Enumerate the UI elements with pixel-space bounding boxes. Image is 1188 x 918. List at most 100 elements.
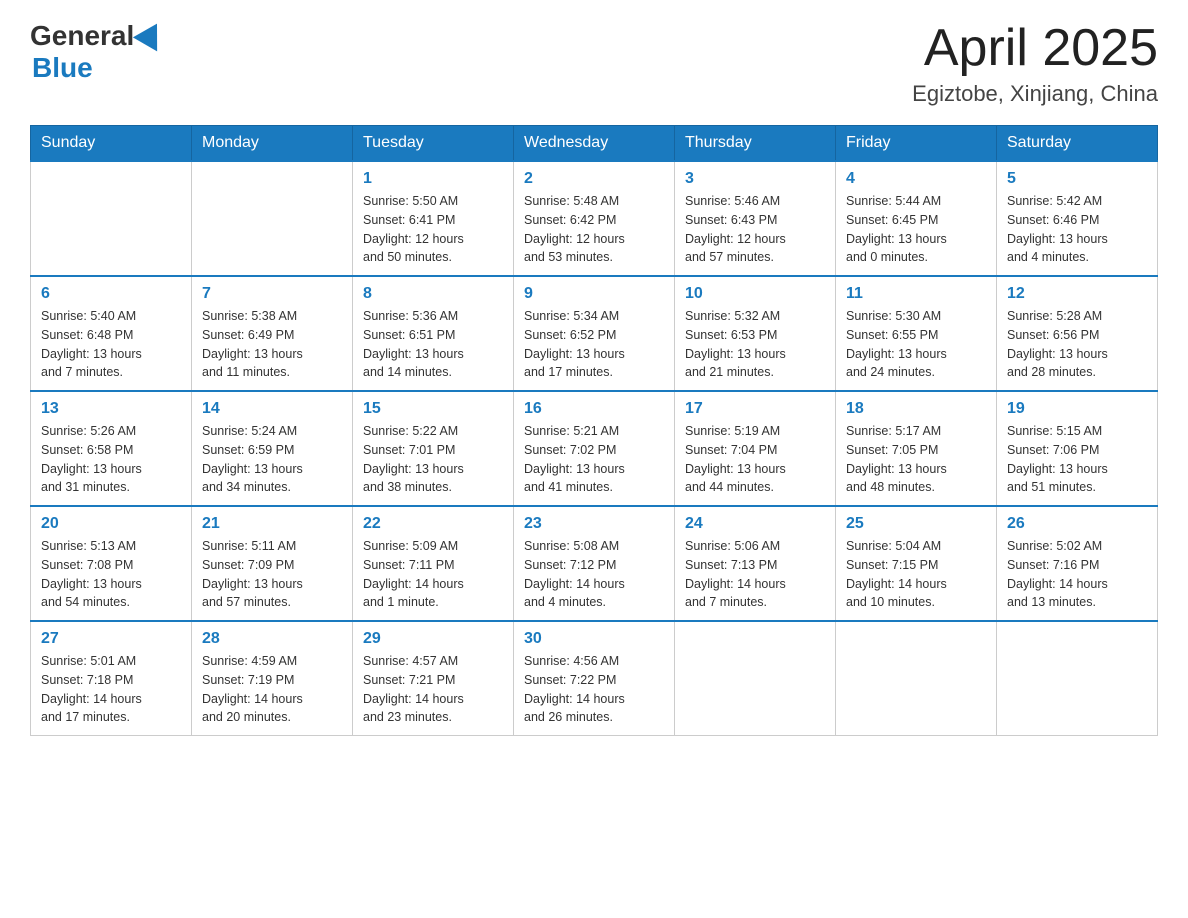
calendar-day-header: Monday [192, 126, 353, 162]
calendar-cell: 10 Sunrise: 5:32 AMSunset: 6:53 PMDayligh… [675, 276, 836, 391]
calendar-cell [675, 621, 836, 736]
day-info: Sunrise: 5:04 AMSunset: 7:15 PMDaylight:… [846, 537, 986, 612]
day-info: Sunrise: 5:11 AMSunset: 7:09 PMDaylight:… [202, 537, 342, 612]
calendar-week-row: 27Sunrise: 5:01 AMSunset: 7:18 PMDayligh… [31, 621, 1158, 736]
day-info: Sunrise: 5:13 AMSunset: 7:08 PMDaylight:… [41, 537, 181, 612]
calendar-day-header: Friday [836, 126, 997, 162]
calendar-title: April 2025 [912, 20, 1158, 77]
calendar-week-row: 13 Sunrise: 5:26 AMSunset: 6:58 PMDayligh… [31, 391, 1158, 506]
day-info: Sunrise: 5:28 AMSunset: 6:56 PMDaylight:… [1007, 307, 1147, 382]
day-number: 11 [846, 285, 986, 303]
day-number: 5 [1007, 170, 1147, 188]
calendar-cell: 6Sunrise: 5:40 AMSunset: 6:48 PMDaylight… [31, 276, 192, 391]
day-number: 15 [363, 400, 503, 418]
day-number: 14 [202, 400, 342, 418]
calendar-cell: 23Sunrise: 5:08 AMSunset: 7:12 PMDayligh… [514, 506, 675, 621]
day-info: Sunrise: 5:30 AMSunset: 6:55 PMDaylight:… [846, 307, 986, 382]
day-number: 22 [363, 515, 503, 533]
day-info: Sunrise: 5:34 AMSunset: 6:52 PMDaylight:… [524, 307, 664, 382]
calendar-cell: 30 Sunrise: 4:56 AMSunset: 7:22 PMDayligh… [514, 621, 675, 736]
calendar-cell: 14 Sunrise: 5:24 AMSunset: 6:59 PMDayligh… [192, 391, 353, 506]
calendar-header-row: SundayMondayTuesdayWednesdayThursdayFrid… [31, 126, 1158, 162]
calendar-day-header: Thursday [675, 126, 836, 162]
logo-triangle-icon [133, 17, 169, 52]
day-number: 27 [41, 630, 181, 648]
calendar-day-header: Wednesday [514, 126, 675, 162]
day-info: Sunrise: 5:22 AMSunset: 7:01 PMDaylight:… [363, 422, 503, 497]
calendar-cell: 2Sunrise: 5:48 AMSunset: 6:42 PMDaylight… [514, 161, 675, 276]
calendar-cell [31, 161, 192, 276]
day-info: Sunrise: 5:15 AMSunset: 7:06 PMDaylight:… [1007, 422, 1147, 497]
calendar-day-header: Sunday [31, 126, 192, 162]
day-number: 29 [363, 630, 503, 648]
day-number: 24 [685, 515, 825, 533]
day-info: Sunrise: 5:06 AMSunset: 7:13 PMDaylight:… [685, 537, 825, 612]
calendar-day-header: Tuesday [353, 126, 514, 162]
day-number: 7 [202, 285, 342, 303]
day-number: 10 [685, 285, 825, 303]
day-info: Sunrise: 5:24 AMSunset: 6:59 PMDaylight:… [202, 422, 342, 497]
calendar-table: SundayMondayTuesdayWednesdayThursdayFrid… [30, 125, 1158, 736]
calendar-cell: 1Sunrise: 5:50 AMSunset: 6:41 PMDaylight… [353, 161, 514, 276]
calendar-cell: 29 Sunrise: 4:57 AMSunset: 7:21 PMDayligh… [353, 621, 514, 736]
calendar-cell: 13 Sunrise: 5:26 AMSunset: 6:58 PMDayligh… [31, 391, 192, 506]
calendar-week-row: 20 Sunrise: 5:13 AMSunset: 7:08 PMDayligh… [31, 506, 1158, 621]
logo-text-blue: Blue [32, 52, 93, 84]
calendar-cell: 8Sunrise: 5:36 AMSunset: 6:51 PMDaylight… [353, 276, 514, 391]
day-number: 13 [41, 400, 181, 418]
calendar-cell: 11 Sunrise: 5:30 AMSunset: 6:55 PMDayligh… [836, 276, 997, 391]
day-number: 28 [202, 630, 342, 648]
day-info: Sunrise: 5:38 AMSunset: 6:49 PMDaylight:… [202, 307, 342, 382]
calendar-cell: 25 Sunrise: 5:04 AMSunset: 7:15 PMDayligh… [836, 506, 997, 621]
day-info: Sunrise: 5:19 AMSunset: 7:04 PMDaylight:… [685, 422, 825, 497]
calendar-cell: 9Sunrise: 5:34 AMSunset: 6:52 PMDaylight… [514, 276, 675, 391]
day-number: 12 [1007, 285, 1147, 303]
day-number: 17 [685, 400, 825, 418]
calendar-cell: 4 Sunrise: 5:44 AMSunset: 6:45 PMDaylight… [836, 161, 997, 276]
day-number: 26 [1007, 515, 1147, 533]
day-info: Sunrise: 5:46 AMSunset: 6:43 PMDaylight:… [685, 192, 825, 267]
calendar-week-row: 6Sunrise: 5:40 AMSunset: 6:48 PMDaylight… [31, 276, 1158, 391]
day-number: 16 [524, 400, 664, 418]
day-info: Sunrise: 5:21 AMSunset: 7:02 PMDaylight:… [524, 422, 664, 497]
day-info: Sunrise: 5:17 AMSunset: 7:05 PMDaylight:… [846, 422, 986, 497]
day-number: 18 [846, 400, 986, 418]
calendar-cell: 3 Sunrise: 5:46 AMSunset: 6:43 PMDaylight… [675, 161, 836, 276]
day-info: Sunrise: 4:56 AMSunset: 7:22 PMDaylight:… [524, 652, 664, 727]
calendar-cell: 12 Sunrise: 5:28 AMSunset: 6:56 PMDayligh… [997, 276, 1158, 391]
day-number: 20 [41, 515, 181, 533]
calendar-cell [836, 621, 997, 736]
day-number: 30 [524, 630, 664, 648]
calendar-cell: 17 Sunrise: 5:19 AMSunset: 7:04 PMDayligh… [675, 391, 836, 506]
day-number: 21 [202, 515, 342, 533]
day-info: Sunrise: 5:40 AMSunset: 6:48 PMDaylight:… [41, 307, 181, 382]
day-info: Sunrise: 4:57 AMSunset: 7:21 PMDaylight:… [363, 652, 503, 727]
calendar-cell: 22 Sunrise: 5:09 AMSunset: 7:11 PMDayligh… [353, 506, 514, 621]
day-info: Sunrise: 5:32 AMSunset: 6:53 PMDaylight:… [685, 307, 825, 382]
calendar-cell: 21 Sunrise: 5:11 AMSunset: 7:09 PMDayligh… [192, 506, 353, 621]
calendar-cell [997, 621, 1158, 736]
calendar-cell: 27Sunrise: 5:01 AMSunset: 7:18 PMDayligh… [31, 621, 192, 736]
title-area: April 2025 Egiztobe, Xinjiang, China [912, 20, 1158, 107]
calendar-cell: 15 Sunrise: 5:22 AMSunset: 7:01 PMDayligh… [353, 391, 514, 506]
day-info: Sunrise: 5:08 AMSunset: 7:12 PMDaylight:… [524, 537, 664, 612]
calendar-cell: 16 Sunrise: 5:21 AMSunset: 7:02 PMDayligh… [514, 391, 675, 506]
day-info: Sunrise: 5:44 AMSunset: 6:45 PMDaylight:… [846, 192, 986, 267]
calendar-cell: 7 Sunrise: 5:38 AMSunset: 6:49 PMDaylight… [192, 276, 353, 391]
calendar-cell: 5Sunrise: 5:42 AMSunset: 6:46 PMDaylight… [997, 161, 1158, 276]
logo: General Blue [30, 20, 165, 84]
calendar-cell: 20 Sunrise: 5:13 AMSunset: 7:08 PMDayligh… [31, 506, 192, 621]
day-info: Sunrise: 5:50 AMSunset: 6:41 PMDaylight:… [363, 192, 503, 267]
day-number: 25 [846, 515, 986, 533]
day-info: Sunrise: 5:26 AMSunset: 6:58 PMDaylight:… [41, 422, 181, 497]
day-info: Sunrise: 5:02 AMSunset: 7:16 PMDaylight:… [1007, 537, 1147, 612]
day-number: 8 [363, 285, 503, 303]
calendar-cell: 19Sunrise: 5:15 AMSunset: 7:06 PMDayligh… [997, 391, 1158, 506]
day-number: 3 [685, 170, 825, 188]
day-number: 4 [846, 170, 986, 188]
day-info: Sunrise: 4:59 AMSunset: 7:19 PMDaylight:… [202, 652, 342, 727]
day-number: 2 [524, 170, 664, 188]
calendar-cell: 24 Sunrise: 5:06 AMSunset: 7:13 PMDayligh… [675, 506, 836, 621]
day-info: Sunrise: 5:09 AMSunset: 7:11 PMDaylight:… [363, 537, 503, 612]
calendar-day-header: Saturday [997, 126, 1158, 162]
